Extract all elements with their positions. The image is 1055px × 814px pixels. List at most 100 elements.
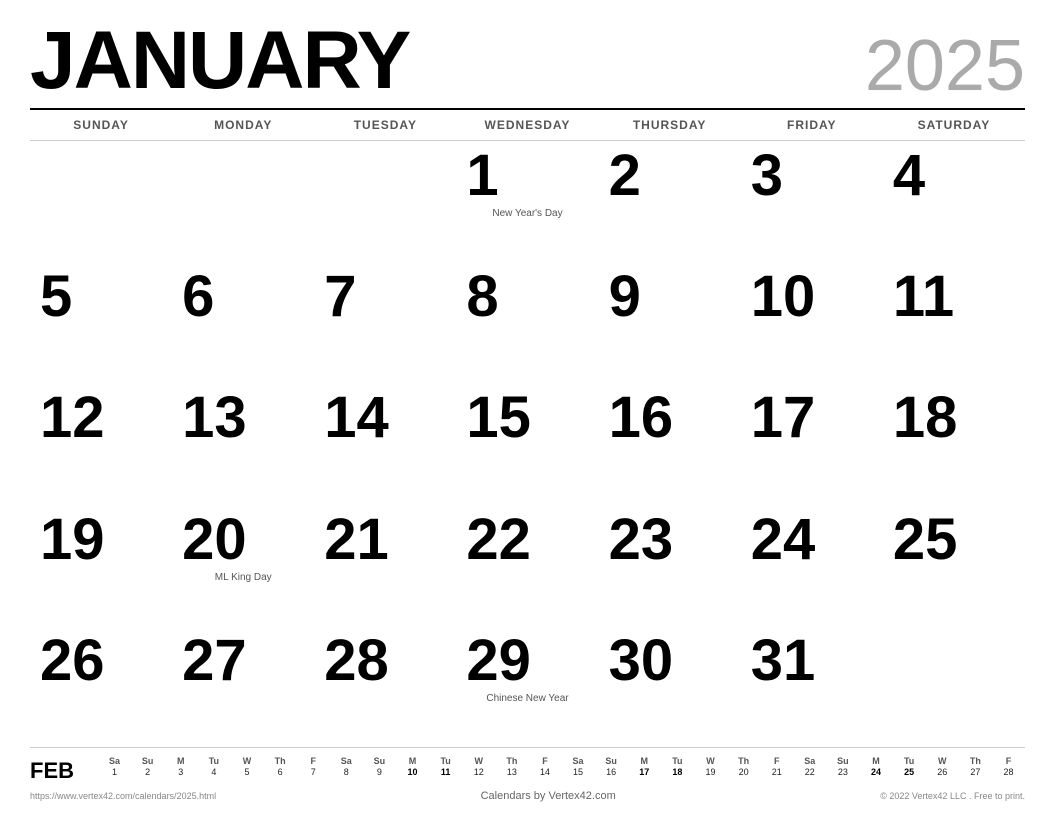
mini-day-cell: 11 — [429, 766, 462, 778]
mini-dow-cell: Th — [959, 756, 992, 766]
mini-dow-cell: Tu — [661, 756, 694, 766]
day-number: 28 — [324, 632, 389, 690]
calendar-cell: 29 Chinese New Year — [456, 626, 598, 747]
day-number: 1 — [466, 147, 498, 205]
mini-day-cell: 23 — [826, 766, 859, 778]
calendar-cell: 12 — [30, 383, 172, 504]
mini-day-cell: 5 — [230, 766, 263, 778]
calendar-cell: 18 — [883, 383, 1025, 504]
calendar-cell: 20ML King Day — [172, 505, 314, 626]
mini-dow-cell: Sa — [562, 756, 595, 766]
dow-cell: SATURDAY — [883, 114, 1025, 136]
day-number: 29 — [466, 632, 531, 690]
day-number: 16 — [609, 389, 674, 447]
mini-dow-cell: F — [992, 756, 1025, 766]
day-number: 30 — [609, 632, 674, 690]
mini-day-cell: 25 — [893, 766, 926, 778]
day-number: 10 — [751, 268, 816, 326]
mini-day-cell: 6 — [264, 766, 297, 778]
day-number: 25 — [893, 511, 958, 569]
calendar-cell: 0 — [30, 141, 172, 262]
day-number: 9 — [609, 268, 641, 326]
day-number: 14 — [324, 389, 389, 447]
mini-day-cell: 8 — [330, 766, 363, 778]
calendar-cell: 13 — [172, 383, 314, 504]
mini-month-label: FEB — [30, 756, 80, 782]
calendar-cell: 31 — [741, 626, 883, 747]
calendar-cell: 30 — [599, 626, 741, 747]
mini-dow-cell: Th — [495, 756, 528, 766]
dow-cell: THURSDAY — [599, 114, 741, 136]
mini-dow-cell: M — [396, 756, 429, 766]
calendar-grid: 0001New Year's Day2345678910111213141516… — [30, 141, 1025, 747]
mini-day-cell: 3 — [164, 766, 197, 778]
day-number: 23 — [609, 511, 674, 569]
mini-dow-cell: M — [859, 756, 892, 766]
calendar-cell: 0 — [883, 626, 1025, 747]
mini-day-cell: 9 — [363, 766, 396, 778]
mini-day-cell: 2 — [131, 766, 164, 778]
mini-day-cell: 21 — [760, 766, 793, 778]
calendar-cell: 16 — [599, 383, 741, 504]
calendar-cell: 7 — [314, 262, 456, 383]
calendar-cell: 1 New Year's Day — [456, 141, 598, 262]
calendar-cell: 5 — [30, 262, 172, 383]
mini-dow-cell: F — [528, 756, 561, 766]
day-number: 2 — [609, 147, 641, 205]
calendar-cell: 14 — [314, 383, 456, 504]
day-number: 22 — [466, 511, 531, 569]
day-number: 12 — [40, 389, 105, 447]
day-number: 13 — [182, 389, 247, 447]
day-number: 21 — [324, 511, 389, 569]
mini-day-cell: 16 — [595, 766, 628, 778]
holiday-label: Chinese New Year — [466, 692, 588, 705]
mini-day-cell: 26 — [926, 766, 959, 778]
mini-day-cell: 7 — [297, 766, 330, 778]
days-of-week: SUNDAYMONDAYTUESDAYWEDNESDAYTHURSDAYFRID… — [30, 110, 1025, 141]
calendar-cell: 27 — [172, 626, 314, 747]
day-number: 15 — [466, 389, 531, 447]
mini-day-cell: 28 — [992, 766, 1025, 778]
day-number: 24 — [751, 511, 816, 569]
mini-calendar-grid: SaSuMTuWThFSaSuMTuWThFSaSuMTuWThFSaSuMTu… — [98, 756, 1025, 778]
mini-dow-cell: Su — [595, 756, 628, 766]
year-title: 2025 — [865, 30, 1025, 102]
mini-day-cell: 24 — [859, 766, 892, 778]
day-number: 3 — [751, 147, 783, 205]
holiday-label: ML King Day — [182, 571, 304, 584]
day-number: 18 — [893, 389, 958, 447]
mini-dow-cell: M — [628, 756, 661, 766]
mini-dow-cell: Su — [131, 756, 164, 766]
mini-day-cell: 14 — [528, 766, 561, 778]
calendar-container: JANUARY 2025 SUNDAYMONDAYTUESDAYWEDNESDA… — [0, 0, 1055, 814]
day-number: 26 — [40, 632, 105, 690]
mini-day-cell: 15 — [562, 766, 595, 778]
calendar-cell: 24 — [741, 505, 883, 626]
footer-url: https://www.vertex42.com/calendars/2025.… — [30, 791, 216, 801]
dow-cell: WEDNESDAY — [456, 114, 598, 136]
day-number: 11 — [893, 268, 954, 326]
calendar-cell: 2 — [599, 141, 741, 262]
calendar-cell: 17 — [741, 383, 883, 504]
mini-dow-cell: Tu — [197, 756, 230, 766]
calendar-cell: 15 — [456, 383, 598, 504]
mini-day-cell: 1 — [98, 766, 131, 778]
month-title: JANUARY — [30, 20, 409, 102]
day-number: 19 — [40, 511, 105, 569]
calendar-cell: 21 — [314, 505, 456, 626]
mini-calendar-section: FEB SaSuMTuWThFSaSuMTuWThFSaSuMTuWThFSaS… — [30, 747, 1025, 786]
mini-day-cell: 27 — [959, 766, 992, 778]
calendar-cell: 23 — [599, 505, 741, 626]
calendar-cell: 28 — [314, 626, 456, 747]
calendar-cell: 3 — [741, 141, 883, 262]
calendar-cell: 19 — [30, 505, 172, 626]
day-number: 27 — [182, 632, 247, 690]
dow-cell: SUNDAY — [30, 114, 172, 136]
mini-day-cell: 12 — [462, 766, 495, 778]
calendar-cell: 0 — [314, 141, 456, 262]
mini-day-cell: 10 — [396, 766, 429, 778]
day-number: 5 — [40, 268, 72, 326]
holiday-label: New Year's Day — [466, 207, 588, 220]
calendar-cell: 6 — [172, 262, 314, 383]
day-number: 31 — [751, 632, 816, 690]
